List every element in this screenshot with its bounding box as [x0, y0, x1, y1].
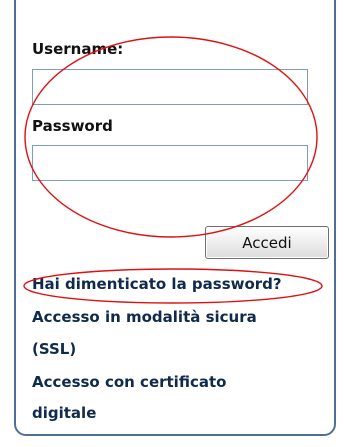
- forgot-password-link[interactable]: Hai dimenticato la password?: [32, 275, 282, 293]
- accedi-button[interactable]: Accedi: [205, 226, 329, 259]
- login-panel: [14, 0, 336, 436]
- certificate-access-link-digitale[interactable]: digitale: [32, 404, 96, 422]
- password-input[interactable]: [32, 145, 308, 181]
- username-input[interactable]: [32, 69, 308, 105]
- certificate-access-link[interactable]: Accesso con certificato: [32, 373, 226, 391]
- secure-access-link-ssl[interactable]: (SSL): [32, 340, 76, 358]
- username-label: Username:: [32, 40, 124, 58]
- secure-access-link[interactable]: Accesso in modalità sicura: [32, 308, 257, 326]
- password-label: Password: [32, 117, 113, 135]
